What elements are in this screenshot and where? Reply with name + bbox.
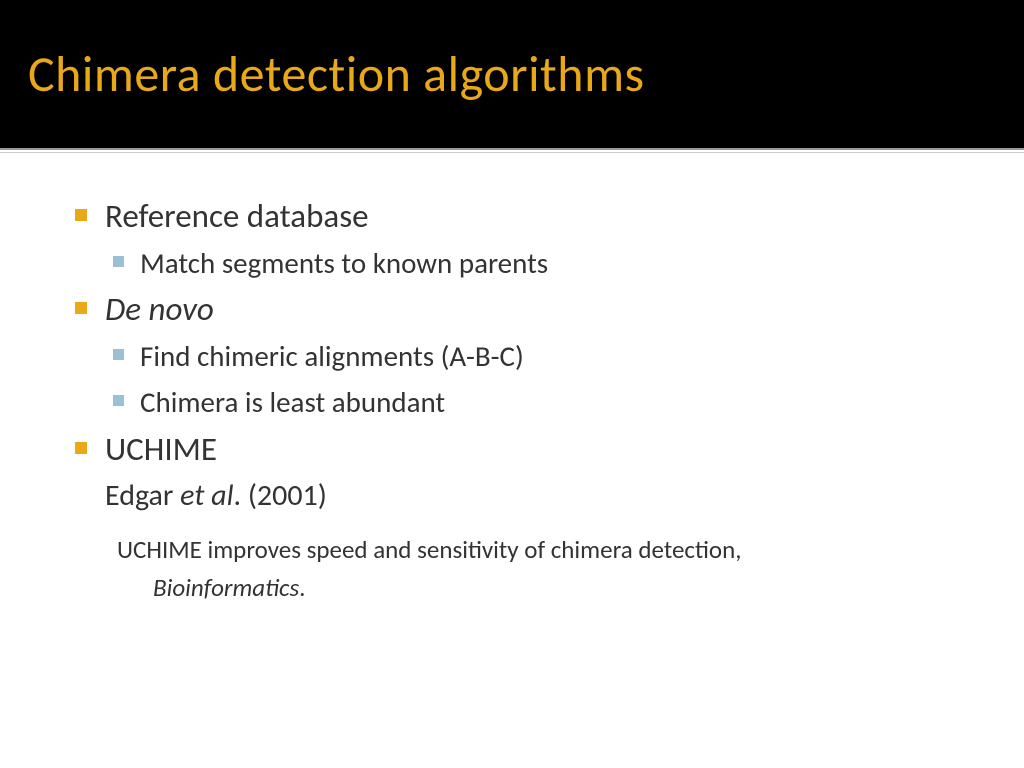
slide-title: Chimera detection algorithms <box>28 44 645 105</box>
citation-period: . <box>299 572 305 603</box>
bullet-level1: De novo <box>75 288 964 331</box>
bullet-marker-orange <box>75 209 87 221</box>
bullet-level1: UCHIME <box>75 428 964 471</box>
citation-journal: Bioinformatics <box>153 572 299 603</box>
bullet-marker-blue <box>113 256 124 267</box>
bullet-text: De novo <box>105 288 214 331</box>
bullet-text: UCHIME <box>105 428 217 471</box>
bullet-marker-orange <box>75 302 87 314</box>
slide-content: Reference database Match segments to kno… <box>0 150 1024 636</box>
bullet-text: Find chimeric alignments (A-B-C) <box>140 336 524 377</box>
bullet-marker-blue <box>113 395 124 406</box>
citation-line: UCHIME improves speed and sensitivity of… <box>117 531 964 569</box>
bullet-level2: Chimera is least abundant <box>113 382 964 423</box>
author-suffix: . (2001) <box>233 477 326 514</box>
bullet-text: Chimera is least abundant <box>140 382 445 423</box>
bullet-marker-blue <box>113 349 124 360</box>
citation-text: UCHIME improves speed and sensitivity of… <box>117 534 741 565</box>
bullet-level2: Match segments to known parents <box>113 243 964 284</box>
author-prefix: Edgar <box>105 477 180 514</box>
citation-journal-line: Bioinformatics. <box>153 569 964 607</box>
bullet-text: Match segments to known parents <box>140 243 548 284</box>
bullet-level1: Reference database <box>75 195 964 238</box>
author-line: Edgar et al. (2001) <box>105 475 964 517</box>
bullet-text: Reference database <box>105 195 369 238</box>
author-etal: et al <box>180 477 233 514</box>
bullet-level2: Find chimeric alignments (A-B-C) <box>113 336 964 377</box>
slide-header: Chimera detection algorithms <box>0 0 1024 150</box>
bullet-marker-orange <box>75 442 87 454</box>
